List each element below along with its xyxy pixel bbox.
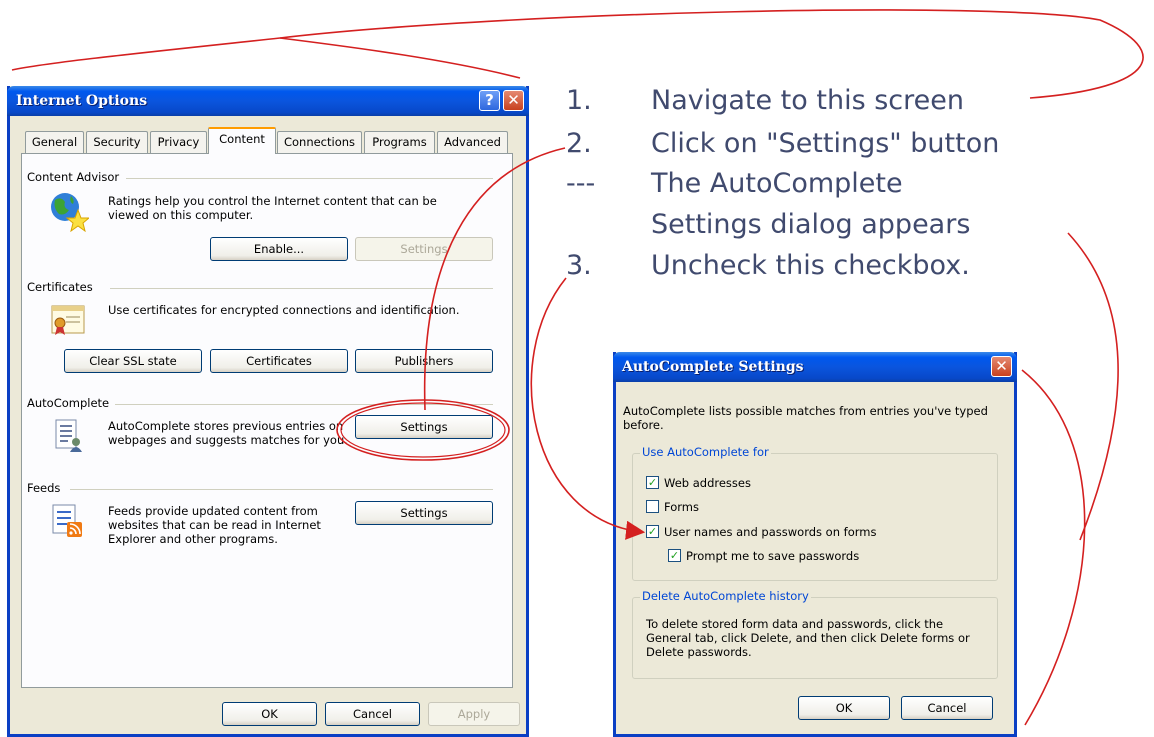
enable-button[interactable]: Enable... [210, 237, 348, 261]
autocomplete-title: AutoComplete [27, 396, 110, 410]
delete-history-legend: Delete AutoComplete history [640, 589, 811, 603]
use-autocomplete-for-legend: Use AutoComplete for [640, 445, 771, 459]
internet-options-titlebar[interactable]: Internet Options ? ✕ [7, 86, 529, 116]
step-1-number: 1. [566, 85, 592, 116]
autocomplete-settings-button[interactable]: Settings [355, 415, 493, 439]
user-names-passwords-checkbox[interactable]: ✓ [646, 525, 659, 538]
autocomplete-text: AutoComplete stores previous entries on … [108, 419, 348, 447]
step-2-text: Click on "Settings" button [651, 128, 1000, 159]
delete-history-text: To delete stored form data and passwords… [646, 617, 970, 659]
certificates-title: Certificates [27, 280, 93, 294]
internet-options-title: Internet Options [16, 93, 148, 109]
forms-checkbox[interactable] [646, 500, 659, 513]
autocomplete-divider [115, 404, 493, 405]
dialog-appears-curve-annotation [1067, 232, 1119, 541]
tab-connections[interactable]: Connections [277, 131, 362, 154]
dialog-appears-lower-annotation [1021, 369, 1086, 726]
help-icon[interactable]: ? [479, 90, 500, 111]
autocomplete-ok-button[interactable]: OK [798, 696, 890, 720]
apply-button[interactable]: Apply [428, 702, 520, 726]
web-addresses-label[interactable]: Web addresses [664, 476, 751, 490]
step-3-number: 3. [566, 250, 592, 281]
content-advisor-settings-button[interactable]: Settings [355, 237, 493, 261]
certificates-divider [110, 288, 493, 289]
tab-privacy[interactable]: Privacy [150, 131, 207, 154]
step-3-text: Uncheck this checkbox. [651, 250, 970, 281]
web-addresses-checkbox[interactable]: ✓ [646, 476, 659, 489]
autocomplete-settings-titlebar[interactable]: AutoComplete Settings ✕ [613, 352, 1017, 382]
step-note-dashes: --- [566, 168, 596, 199]
autocomplete-intro-text: AutoComplete lists possible matches from… [623, 404, 988, 432]
autocomplete-form-icon [55, 419, 82, 452]
step-note-text-line1: The AutoComplete [651, 168, 903, 199]
feeds-icon [52, 504, 82, 537]
step-1-loop-right-annotation [279, 37, 521, 79]
tab-content[interactable]: Content [208, 127, 276, 154]
ok-button[interactable]: OK [222, 702, 317, 726]
cancel-button[interactable]: Cancel [325, 702, 420, 726]
step-1-text: Navigate to this screen [651, 85, 964, 116]
certificate-icon [51, 305, 85, 335]
step-2-number: 2. [566, 128, 592, 159]
prompt-save-passwords-label[interactable]: Prompt me to save passwords [686, 549, 859, 563]
content-advisor-title: Content Advisor [27, 170, 120, 184]
step-note-text-line2: Settings dialog appears [651, 209, 971, 240]
clear-ssl-state-button[interactable]: Clear SSL state [64, 349, 202, 373]
autocomplete-settings-title: AutoComplete Settings [622, 359, 804, 375]
user-names-passwords-label[interactable]: User names and passwords on forms [664, 525, 876, 539]
feeds-text: Feeds provide updated content from websi… [108, 504, 321, 546]
autocomplete-cancel-button[interactable]: Cancel [901, 696, 993, 720]
tab-general[interactable]: General [25, 131, 84, 154]
prompt-save-passwords-checkbox[interactable]: ✓ [668, 549, 681, 562]
tab-advanced[interactable]: Advanced [437, 131, 508, 154]
forms-label[interactable]: Forms [664, 500, 699, 514]
close-icon[interactable]: ✕ [991, 356, 1012, 377]
tab-programs[interactable]: Programs [364, 131, 435, 154]
feeds-title: Feeds [27, 481, 61, 495]
certificates-text: Use certificates for encrypted connectio… [108, 303, 460, 317]
close-icon[interactable]: ✕ [503, 90, 524, 111]
content-advisor-text: Ratings help you control the Internet co… [108, 194, 437, 222]
tab-security[interactable]: Security [86, 131, 148, 154]
globe-star-icon [51, 193, 89, 232]
feeds-divider [70, 489, 493, 490]
content-advisor-divider [126, 178, 493, 179]
certificates-button[interactable]: Certificates [210, 349, 348, 373]
feeds-settings-button[interactable]: Settings [355, 501, 493, 525]
publishers-button[interactable]: Publishers [355, 349, 493, 373]
